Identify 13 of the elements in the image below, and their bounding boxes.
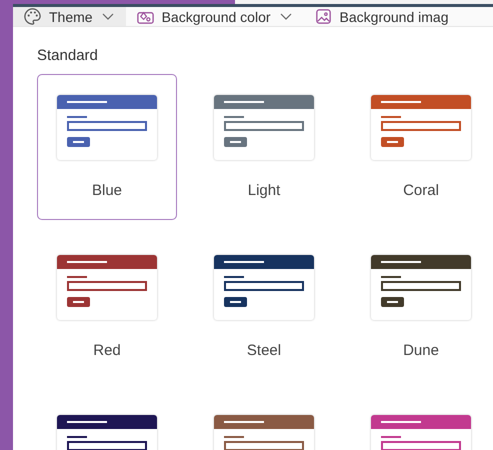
section-title: Standard [37, 47, 99, 64]
theme-name: Steel [246, 342, 282, 359]
theme-name: Coral [403, 182, 439, 199]
toolbar-tab[interactable]: Background imag [304, 7, 460, 26]
theme-name: Red [93, 342, 121, 359]
theme-name: Blue [92, 182, 122, 199]
palette-icon [23, 7, 42, 26]
toolbar-tab[interactable]: Background color [126, 7, 304, 26]
theme-name: Light [248, 182, 280, 199]
image-icon [314, 7, 333, 26]
toolbar-tab[interactable]: Theme [13, 7, 126, 26]
theme-name: Dune [403, 342, 439, 359]
theme-card[interactable]: Blue [37, 74, 177, 220]
